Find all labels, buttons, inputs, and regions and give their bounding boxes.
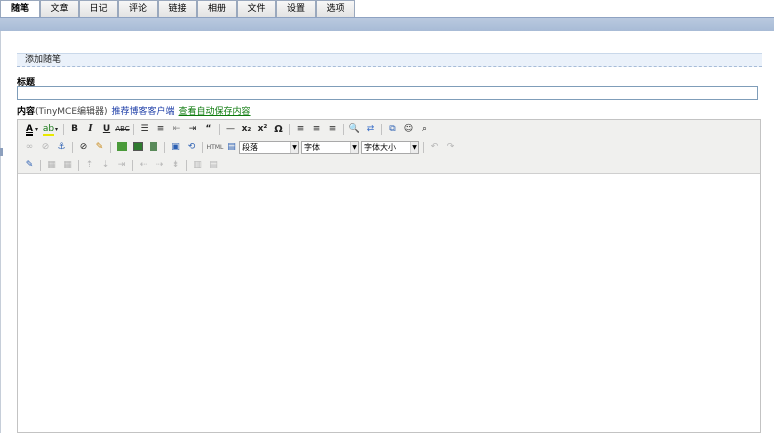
align-left-icon[interactable]: ≡ — [293, 122, 308, 137]
delete-row-icon[interactable]: ⇥ — [114, 158, 129, 173]
highlight-dropdown-icon[interactable]: ▾ — [53, 122, 60, 137]
tab-albums[interactable]: 相册 — [197, 0, 237, 17]
left-divider — [0, 31, 1, 433]
html-icon[interactable]: HTML — [206, 140, 224, 155]
paste-text-icon[interactable]: ▣ — [168, 140, 183, 155]
split-cells-icon[interactable]: ▥ — [190, 158, 205, 173]
bold-icon[interactable]: B — [67, 122, 82, 137]
undo-icon[interactable]: ↶ — [427, 140, 442, 155]
editor-hint: (TinyMCE编辑器) — [35, 107, 108, 117]
unlink-icon[interactable]: ⊘ — [38, 140, 53, 155]
indent-icon[interactable]: ⇥ — [185, 122, 200, 137]
section-header: 添加随笔 — [17, 53, 762, 67]
html-source-icon[interactable]: ⧉ — [385, 122, 400, 137]
underline-icon[interactable]: U — [99, 122, 114, 137]
remove-format-icon[interactable]: ✎ — [92, 140, 107, 155]
tab-links[interactable]: 链接 — [158, 0, 197, 17]
find-replace-icon[interactable]: ⇄ — [363, 122, 378, 137]
link-icon[interactable]: ∞ — [22, 140, 37, 155]
emotions-icon[interactable]: ☺ — [401, 122, 416, 137]
anchor-icon[interactable]: ⚓ — [54, 140, 69, 155]
preview-icon[interactable]: ⌕ — [417, 122, 432, 137]
bullet-list-icon[interactable]: ☰ — [137, 122, 152, 137]
subscript-icon[interactable]: x₂ — [239, 122, 254, 137]
insert-table-icon[interactable]: ✎ — [22, 158, 37, 173]
autosave-content-link[interactable]: 查看自动保存内容 — [179, 107, 251, 117]
row-after-icon[interactable]: ⇣ — [98, 158, 113, 173]
superscript-icon[interactable]: x² — [255, 122, 270, 137]
row-before-icon[interactable]: ⇡ — [82, 158, 97, 173]
format-select[interactable]: 段落 ▼ — [239, 141, 299, 154]
font-select[interactable]: 字体 ▼ — [301, 141, 359, 154]
title-input[interactable] — [17, 86, 758, 100]
editor-toolbar: A ▾ ab ▾ B I U ABC ☰ ≡ ⇤ ⇥ “ — x₂ x² Ω ≡… — [18, 120, 760, 174]
editor-content-area[interactable] — [18, 175, 760, 432]
tab-files[interactable]: 文件 — [237, 0, 276, 17]
tab-strip-bar — [0, 17, 774, 31]
left-divider-marker — [0, 148, 3, 156]
align-center-icon[interactable]: ≡ — [309, 122, 324, 137]
italic-icon[interactable]: I — [83, 122, 98, 137]
insert-code-icon[interactable] — [114, 140, 129, 155]
tab-comments[interactable]: 评论 — [118, 0, 158, 17]
tab-diary[interactable]: 日记 — [79, 0, 118, 17]
tab-settings[interactable]: 设置 — [276, 0, 316, 17]
paste-word-icon[interactable]: ⟲ — [184, 140, 199, 155]
redo-icon[interactable]: ↷ — [443, 140, 458, 155]
blockquote-icon[interactable]: “ — [201, 122, 216, 137]
strikethrough-icon[interactable]: ABC — [115, 122, 130, 137]
horizontal-rule-icon[interactable]: — — [223, 122, 238, 137]
insert-media-icon[interactable] — [146, 140, 161, 155]
find-icon[interactable]: 🔍 — [347, 122, 362, 137]
content-label-row: 内容(TinyMCE编辑器) 推荐博客客户端 查看自动保存内容 — [17, 104, 251, 117]
recommend-client-link[interactable]: 推荐博客客户端 — [112, 107, 175, 117]
tab-bar: 随笔 文章 日记 评论 链接 相册 文件 设置 选项 — [0, 0, 774, 18]
tab-options[interactable]: 选项 — [316, 0, 355, 17]
font-color-dropdown-icon[interactable]: ▾ — [33, 122, 40, 137]
numbered-list-icon[interactable]: ≡ — [153, 122, 168, 137]
fullscreen-icon[interactable]: ▤ — [224, 140, 239, 155]
rich-text-editor: A ▾ ab ▾ B I U ABC ☰ ≡ ⇤ ⇥ “ — x₂ x² Ω ≡… — [17, 119, 761, 433]
special-char-icon[interactable]: Ω — [271, 122, 286, 137]
table-row-props-icon[interactable]: ▦ — [44, 158, 59, 173]
col-after-icon[interactable]: ⇢ — [152, 158, 167, 173]
cleanup-icon[interactable]: ⊘ — [76, 140, 91, 155]
tab-essay[interactable]: 随笔 — [0, 0, 40, 18]
col-before-icon[interactable]: ⇠ — [136, 158, 151, 173]
content-label: 内容 — [17, 107, 36, 117]
outdent-icon[interactable]: ⇤ — [169, 122, 184, 137]
delete-col-icon[interactable]: ⇟ — [168, 158, 183, 173]
merge-cells-icon[interactable]: ▤ — [206, 158, 221, 173]
font-size-select[interactable]: 字体大小 ▼ — [361, 141, 419, 154]
tab-articles[interactable]: 文章 — [40, 0, 79, 17]
table-cell-props-icon[interactable]: ▦ — [60, 158, 75, 173]
align-right-icon[interactable]: ≡ — [325, 122, 340, 137]
insert-image-icon[interactable] — [130, 140, 145, 155]
